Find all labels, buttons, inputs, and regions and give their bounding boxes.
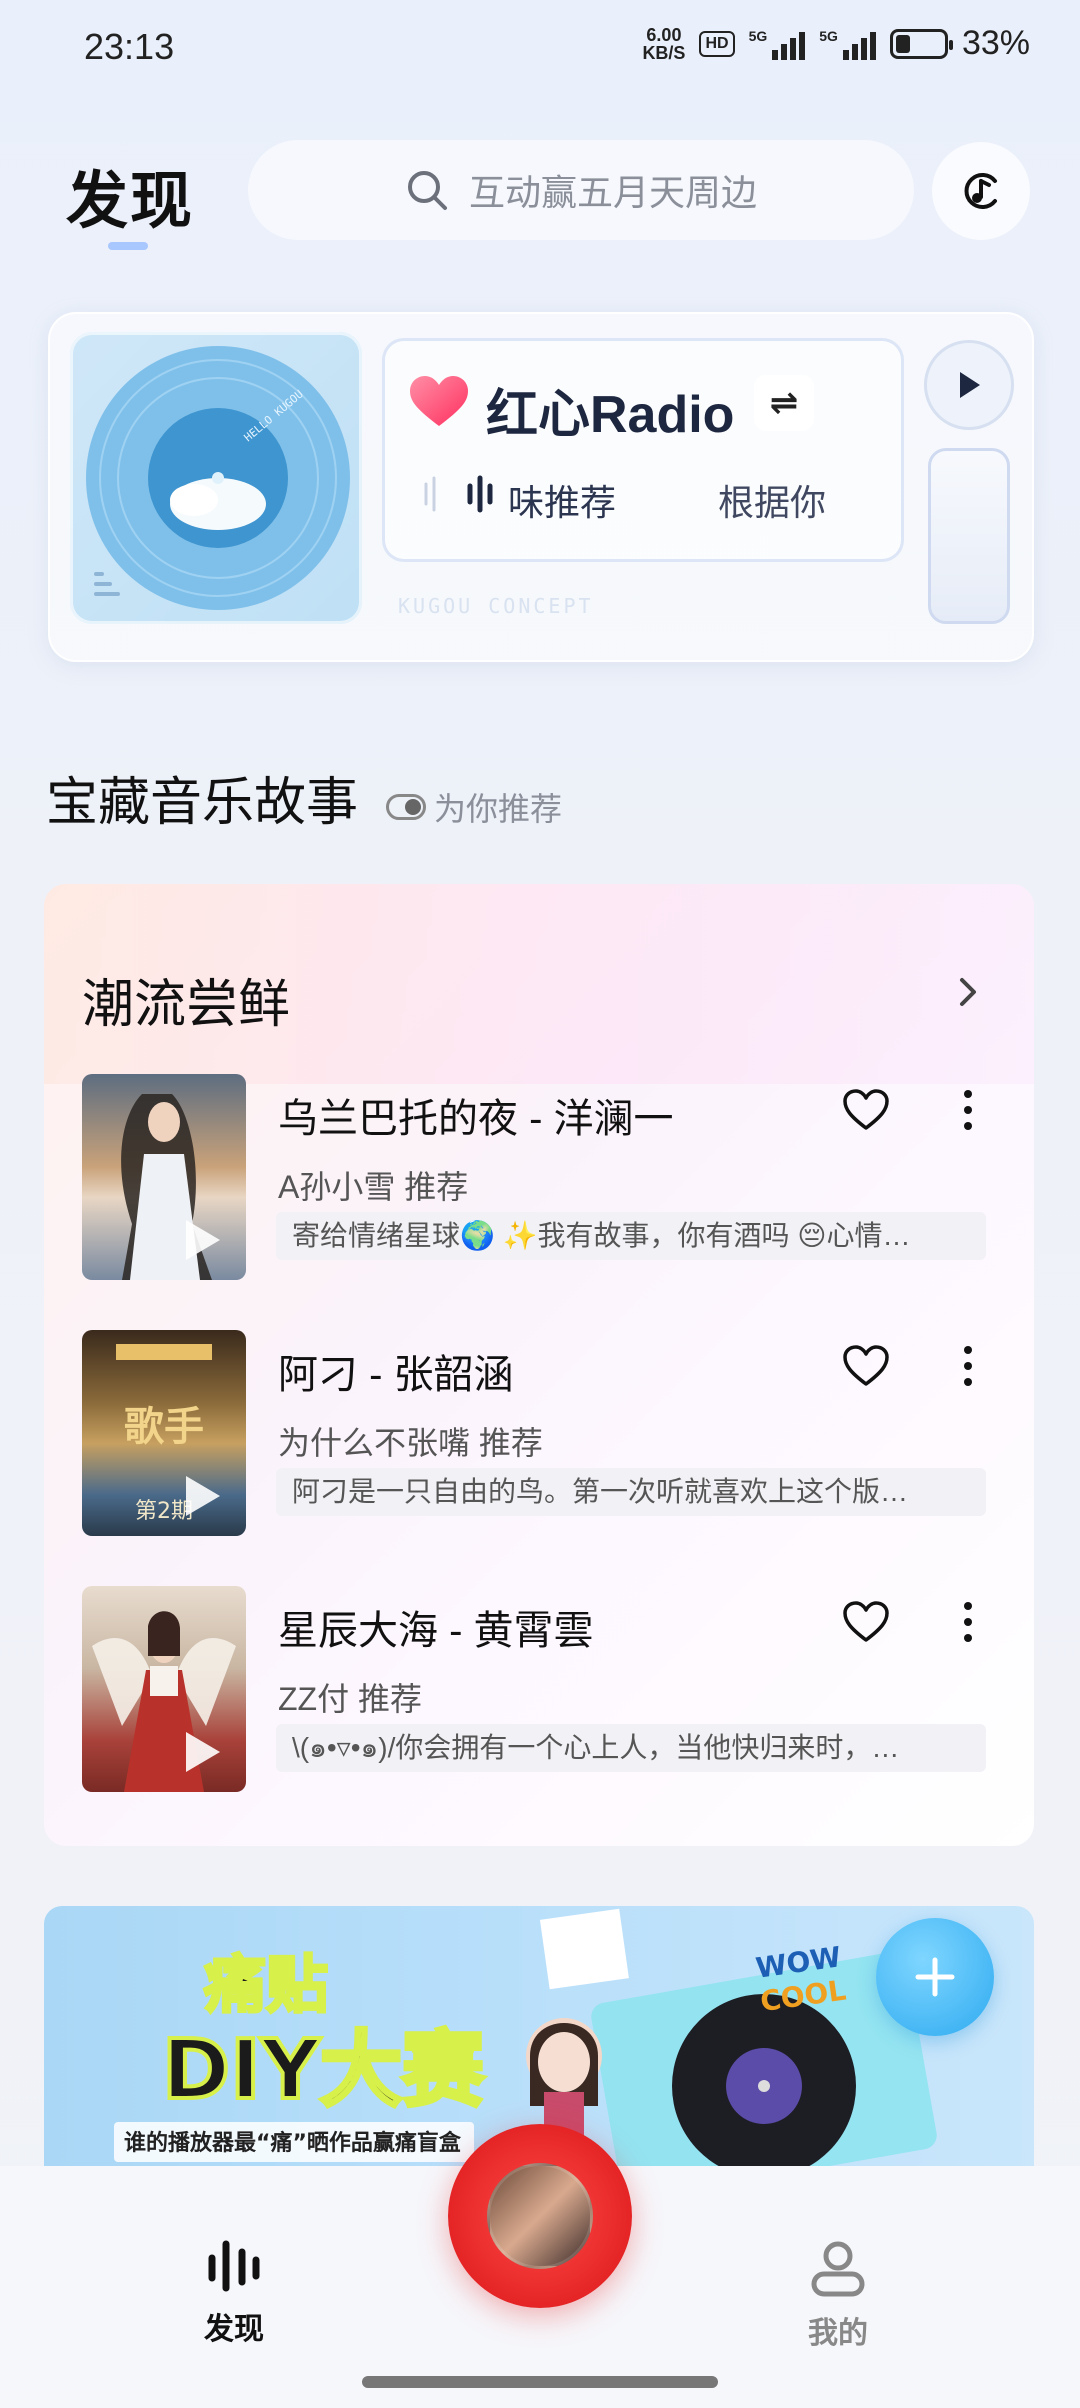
- add-button[interactable]: [876, 1918, 994, 2036]
- page-title[interactable]: 发现: [66, 150, 194, 240]
- song-cover[interactable]: 歌手 第2期: [82, 1330, 246, 1536]
- plus-icon: [915, 1957, 955, 1997]
- search-placeholder: 互动赢五月天周边: [468, 172, 757, 213]
- network-speed: 6.00 KB/S: [642, 26, 685, 62]
- favorite-heart-icon[interactable]: [842, 1600, 890, 1644]
- hd-icon: HD: [699, 30, 735, 57]
- banner-headline-1: 痛贴: [204, 1948, 328, 2021]
- signal-icon: 5G: [749, 28, 806, 60]
- battery-percent: 33%: [961, 24, 1030, 62]
- title-underline: [108, 242, 148, 250]
- concept-label: KUGOU CONCEPT: [398, 594, 594, 618]
- status-bar: 23:13 6.00 KB/S HD 5G 5G 33%: [0, 0, 1080, 96]
- song-title: 乌兰巴托的夜 - 洋澜一: [278, 1097, 674, 1141]
- recommend-toggle[interactable]: 为你推荐: [386, 784, 562, 830]
- song-row[interactable]: 星辰大海 - 黄霄雲 ZZ付 推荐 \(๑•▿•๑)/你会拥有一个心上人，当他快…: [82, 1586, 1008, 1796]
- song-description: \(๑•▿•๑)/你会拥有一个心上人，当他快归来时，…: [276, 1724, 986, 1772]
- search-icon: [407, 171, 447, 210]
- song-description: 阿刁是一只自由的鸟。第一次听就喜欢上这个版…: [276, 1468, 986, 1516]
- radio-subtitle-1: 味推荐: [508, 482, 617, 523]
- waveform-icon: [424, 475, 493, 513]
- radio-play-button[interactable]: [924, 340, 1014, 430]
- chevron-right-icon[interactable]: [954, 972, 982, 1012]
- now-playing-cover: [487, 2163, 593, 2269]
- banner-headline-2: DIY大赛: [162, 2023, 485, 2118]
- banner-caption: 谁的播放器最“痛”晒作品赢痛盲盒: [124, 2130, 462, 2156]
- discover-icon: [208, 2240, 260, 2292]
- radio-title: 红心Radio: [486, 386, 735, 444]
- more-options-icon[interactable]: [962, 1344, 974, 1388]
- play-icon: [960, 372, 980, 398]
- play-icon: [186, 1476, 220, 1516]
- play-icon: [186, 1220, 220, 1260]
- song-row[interactable]: 歌手 第2期 阿刁 - 张韶涵 为什么不张嘴 推荐 阿刁是一只自由的鸟。第一次听…: [82, 1330, 1008, 1540]
- network-speed-unit: KB/S: [642, 42, 686, 63]
- profile-icon: [811, 2241, 865, 2297]
- song-title: 星辰大海 - 黄霄雲: [278, 1609, 594, 1653]
- nav-discover[interactable]: 发现: [204, 2238, 264, 2348]
- battery-icon: [889, 28, 953, 59]
- play-icon: [186, 1732, 220, 1772]
- more-options-icon[interactable]: [962, 1600, 974, 1644]
- signal1-label: 5G: [748, 27, 768, 44]
- favorite-heart-icon[interactable]: [842, 1344, 890, 1388]
- svg-text:歌手: 歌手: [124, 1403, 204, 1450]
- song-row[interactable]: 乌兰巴托的夜 - 洋澜一 A孙小雪 推荐 寄给情绪星球🌍 ✨我有故事，你有酒吗 …: [82, 1074, 1008, 1284]
- song-cover[interactable]: [82, 1074, 246, 1280]
- music-note-icon: [964, 173, 997, 209]
- song-recommender: A孙小雪 推荐: [278, 1169, 469, 1205]
- turntable-cover[interactable]: HELLO KUGOU: [70, 332, 362, 624]
- signal-icon-2: 5G: [819, 28, 876, 60]
- song-cover[interactable]: [82, 1586, 246, 1792]
- song-title: 阿刁 - 张韶涵: [278, 1353, 514, 1397]
- song-recommender: ZZ付 推荐: [278, 1681, 422, 1717]
- nav-mine-label: 我的: [808, 2317, 868, 2350]
- heart-icon: [410, 376, 468, 426]
- switch-mode-button[interactable]: ⇌: [754, 375, 814, 431]
- nav-discover-label: 发现: [204, 2313, 264, 2346]
- radio-slider-handle[interactable]: [928, 448, 1010, 624]
- radio-subtitle-2: 根据你: [718, 482, 827, 523]
- favorite-heart-icon[interactable]: [842, 1088, 890, 1132]
- toggle-switch-icon: [386, 794, 426, 820]
- status-time: 23:13: [84, 26, 175, 67]
- network-speed-value: 6.00: [646, 24, 682, 45]
- status-icons: 6.00 KB/S HD 5G 5G 33%: [642, 24, 1030, 63]
- song-description: 寄给情绪星球🌍 ✨我有故事，你有酒吗 😔心情…: [276, 1212, 986, 1260]
- home-indicator[interactable]: [362, 2376, 718, 2388]
- vinyl-disc-icon: HELLO KUGOU: [86, 346, 350, 610]
- song-recommender: 为什么不张嘴 推荐: [278, 1425, 543, 1461]
- recommend-toggle-label: 为你推荐: [434, 791, 563, 827]
- more-options-icon[interactable]: [962, 1088, 974, 1132]
- signal2-label: 5G: [819, 27, 838, 44]
- trending-title[interactable]: 潮流尝鲜: [82, 962, 290, 1037]
- section-title: 宝藏音乐故事: [46, 774, 359, 832]
- now-playing-disc[interactable]: [448, 2124, 632, 2308]
- nav-mine[interactable]: 我的: [808, 2238, 868, 2352]
- search-bar[interactable]: 互动赢五月天周边: [248, 140, 914, 240]
- svg-text:第2期: 第2期: [135, 1499, 193, 1524]
- music-recognition-button[interactable]: [932, 142, 1030, 240]
